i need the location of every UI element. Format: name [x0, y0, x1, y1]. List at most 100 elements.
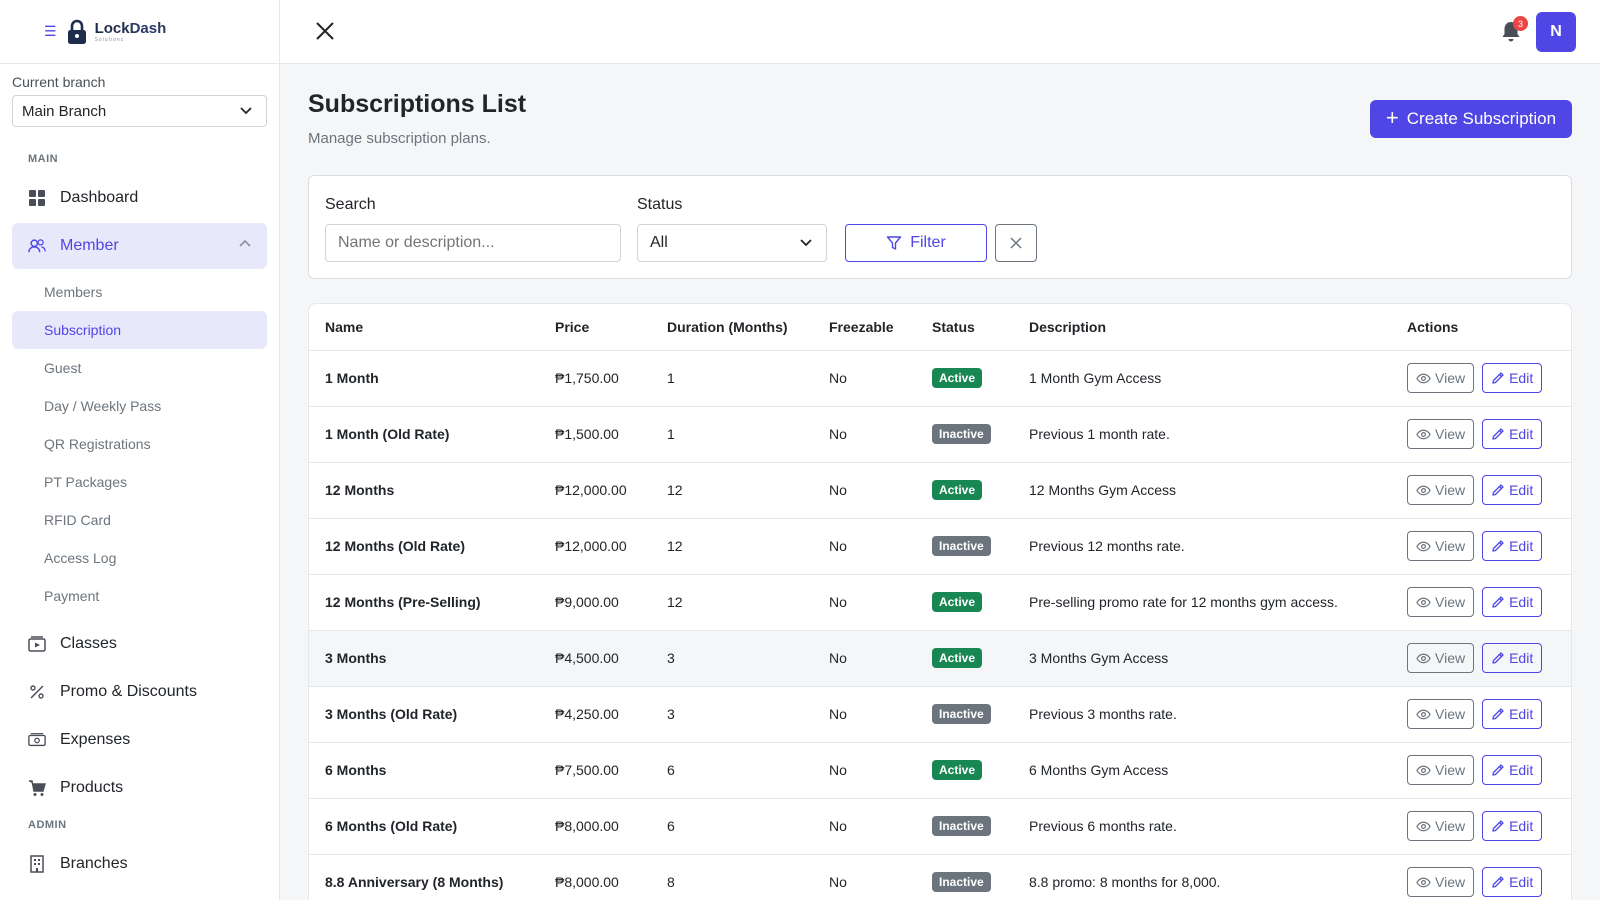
nav-classes[interactable]: Classes: [12, 621, 267, 667]
close-icon: [1010, 237, 1022, 249]
status-select[interactable]: All: [637, 224, 827, 262]
cell-price: ₱9,000.00: [539, 574, 651, 631]
clear-filter-button[interactable]: [995, 224, 1037, 262]
view-button-label: View: [1435, 874, 1466, 890]
branch-select[interactable]: Main Branch: [12, 95, 267, 127]
edit-button[interactable]: Edit: [1482, 867, 1543, 897]
status-badge: Active: [932, 368, 983, 388]
edit-button[interactable]: Edit: [1482, 531, 1543, 561]
column-header: Duration (Months): [651, 304, 813, 351]
cell-actions: View Edit: [1391, 854, 1571, 900]
cell-price: ₱8,000.00: [539, 798, 651, 855]
sidebar-subitem-qr-registrations[interactable]: QR Registrations: [12, 425, 267, 463]
sidebar-subitem-subscription[interactable]: Subscription: [12, 311, 267, 349]
cell-actions: View Edit: [1391, 406, 1571, 463]
filter-button[interactable]: Filter: [845, 224, 987, 262]
view-button[interactable]: View: [1407, 811, 1475, 841]
edit-button[interactable]: Edit: [1482, 363, 1543, 393]
chevron-down-icon: [240, 107, 252, 115]
status-badge: Active: [932, 648, 983, 668]
eye-icon: [1416, 653, 1431, 663]
table-row: 1 Month ₱1,750.00 1 No Active 1 Month Gym Acc…: [309, 350, 1571, 407]
sidebar-subitem-members[interactable]: Members: [12, 273, 267, 311]
cell-description: 8.8 promo: 8 months for 8,000.: [1013, 854, 1391, 900]
edit-button[interactable]: Edit: [1482, 643, 1543, 673]
filter-card: Search Status All Filter: [308, 175, 1572, 279]
sidebar-subitem-access-log[interactable]: Access Log: [12, 539, 267, 577]
sidebar-subitem-rfid-card[interactable]: RFID Card: [12, 501, 267, 539]
view-button[interactable]: View: [1407, 419, 1475, 449]
eye-icon: [1416, 485, 1431, 495]
view-button[interactable]: View: [1407, 587, 1475, 617]
sidebar-subitem-day-weekly-pass[interactable]: Day / Weekly Pass: [12, 387, 267, 425]
view-button[interactable]: View: [1407, 755, 1475, 785]
create-subscription-button[interactable]: + Create Subscription: [1370, 100, 1572, 138]
view-button[interactable]: View: [1407, 363, 1475, 393]
eye-icon: [1416, 373, 1431, 383]
cell-name: 8.8 Anniversary (8 Months): [309, 854, 539, 900]
edit-button[interactable]: Edit: [1482, 419, 1543, 449]
nav-dashboard[interactable]: Dashboard: [12, 175, 267, 221]
nav-promo[interactable]: Promo & Discounts: [12, 669, 267, 715]
nav-expenses[interactable]: Expenses: [12, 717, 267, 763]
cell-status: Active: [916, 462, 1013, 519]
nav-member[interactable]: Member: [12, 223, 267, 269]
cell-duration: 1: [651, 350, 813, 407]
nav-branches[interactable]: Branches: [12, 841, 267, 887]
table-row: 12 Months (Old Rate) ₱12,000.00 12 No Inacti…: [309, 518, 1571, 575]
view-button-label: View: [1435, 706, 1466, 722]
cell-duration: 6: [651, 798, 813, 855]
close-icon[interactable]: [314, 20, 336, 42]
cell-status: Inactive: [916, 406, 1013, 463]
cell-price: ₱7,500.00: [539, 742, 651, 799]
edit-button[interactable]: Edit: [1482, 811, 1543, 841]
chevron-down-icon: [800, 239, 812, 247]
cell-name: 6 Months (Old Rate): [309, 798, 539, 855]
nav-classes-label: Classes: [60, 635, 117, 652]
sidebar-subitem-payment[interactable]: Payment: [12, 577, 267, 615]
cell-price: ₱12,000.00: [539, 462, 651, 519]
view-button[interactable]: View: [1407, 531, 1475, 561]
cell-description: 3 Months Gym Access: [1013, 630, 1391, 687]
building-icon: [28, 855, 46, 873]
nav-products[interactable]: Products: [12, 765, 267, 811]
view-button[interactable]: View: [1407, 699, 1475, 729]
lock-logo-icon: [67, 19, 86, 44]
nav-branches-label: Branches: [60, 855, 128, 872]
edit-button[interactable]: Edit: [1482, 475, 1543, 505]
sidebar-subitem-pt-packages[interactable]: PT Packages: [12, 463, 267, 501]
cell-price: ₱4,500.00: [539, 630, 651, 687]
status-badge: Active: [932, 760, 983, 780]
eye-icon: [1416, 541, 1431, 551]
edit-button-label: Edit: [1509, 482, 1534, 498]
subscriptions-table-card: Name Price Duration (Months) Freezable S…: [308, 303, 1572, 900]
eye-icon: [1416, 597, 1431, 607]
cell-description: 6 Months Gym Access: [1013, 742, 1391, 799]
view-button[interactable]: View: [1407, 867, 1475, 897]
brand-name-part2: Dash: [129, 19, 167, 37]
table-row: 1 Month (Old Rate) ₱1,500.00 1 No Inactive Pr…: [309, 406, 1571, 463]
eye-icon: [1416, 709, 1431, 719]
view-button[interactable]: View: [1407, 643, 1475, 673]
search-input[interactable]: [325, 224, 621, 262]
cell-actions: View Edit: [1391, 798, 1571, 855]
edit-button[interactable]: Edit: [1482, 699, 1543, 729]
menu-icon[interactable]: ☰: [44, 23, 57, 40]
edit-button[interactable]: Edit: [1482, 587, 1543, 617]
sidebar-subitem-guest[interactable]: Guest: [12, 349, 267, 387]
cell-status: Inactive: [916, 518, 1013, 575]
notification-badge: 3: [1513, 16, 1528, 31]
view-button-label: View: [1435, 762, 1466, 778]
view-button[interactable]: View: [1407, 475, 1475, 505]
edit-button-label: Edit: [1509, 594, 1534, 610]
cell-actions: View Edit: [1391, 574, 1571, 631]
cell-duration: 12: [651, 518, 813, 575]
cell-status: Inactive: [916, 854, 1013, 900]
status-label: Status: [637, 196, 683, 213]
nav-member-label: Member: [60, 237, 119, 254]
cell-duration: 8: [651, 854, 813, 900]
avatar[interactable]: N: [1536, 12, 1576, 52]
edit-button[interactable]: Edit: [1482, 755, 1543, 785]
cell-status: Active: [916, 742, 1013, 799]
column-header: Name: [309, 304, 539, 351]
